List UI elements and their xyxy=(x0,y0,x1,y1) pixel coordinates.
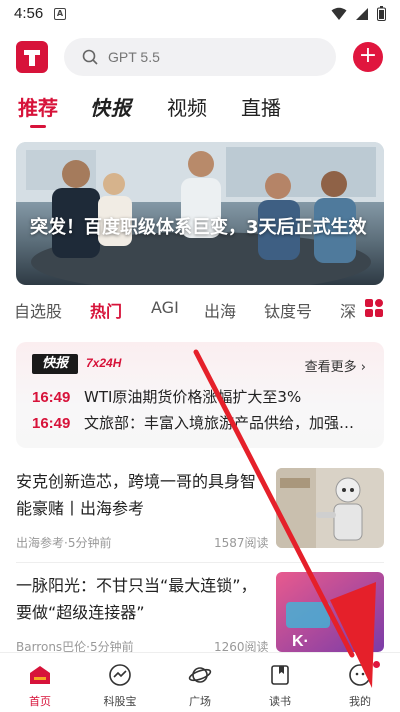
status-time: 4:56 xyxy=(14,5,44,22)
see-more-link[interactable]: 查看更多 › xyxy=(305,356,366,375)
nav-square[interactable]: 广场 xyxy=(165,659,235,711)
channel-overseas[interactable]: 出海 xyxy=(204,298,236,322)
top-bar: + xyxy=(0,34,400,80)
svg-text:K·: K· xyxy=(292,633,309,650)
tab-live[interactable]: 直播 xyxy=(241,92,281,121)
channel-agi[interactable]: AGI xyxy=(151,298,179,317)
news-title: 一脉阳光：不甘只当“最大连锁”，要做“超级连接器” xyxy=(16,576,257,622)
notification-dot xyxy=(373,661,380,668)
flash-text: WTI原油期货价格涨幅扩大至3% xyxy=(84,388,302,406)
nav-stock[interactable]: 科股宝 xyxy=(85,659,155,711)
news-thumbnail: K· xyxy=(276,572,384,652)
tab-flash[interactable]: 快报 xyxy=(90,92,132,121)
battery-icon xyxy=(377,6,386,21)
tab-video[interactable]: 视频 xyxy=(167,92,207,121)
status-bar: 4:56 A xyxy=(0,0,400,30)
app-logo-icon[interactable] xyxy=(16,41,48,73)
divider xyxy=(16,562,384,563)
channel-hot[interactable]: 热门 xyxy=(90,298,122,322)
add-button[interactable]: + xyxy=(353,42,383,72)
flash-time: 16:49 xyxy=(32,389,71,406)
flash-item[interactable]: 16:49 文旅部：丰富入境旅游产品供给，加强… xyxy=(32,412,372,434)
home-icon xyxy=(30,666,50,684)
search-icon xyxy=(82,49,98,65)
planet-icon xyxy=(188,667,212,683)
channel-taidu[interactable]: 钛度号 xyxy=(264,298,312,322)
nav-label: 首页 xyxy=(29,695,51,708)
nav-label: 科股宝 xyxy=(103,695,137,708)
news-meta: 出海参考·5分钟前 xyxy=(16,536,112,550)
flash-subtitle: 7x24H xyxy=(86,356,122,370)
news-reads: 1587阅读 xyxy=(214,536,269,550)
active-tab-indicator xyxy=(30,125,46,128)
status-icons xyxy=(331,6,386,21)
nav-home[interactable]: 首页 xyxy=(5,659,75,711)
notification-a-icon: A xyxy=(54,8,66,20)
nav-label: 我的 xyxy=(349,695,371,708)
tab-recommend[interactable]: 推荐 xyxy=(18,92,58,121)
channel-row: 自选股 热门 AGI 出海 钛度号 深 xyxy=(0,296,400,324)
nav-label: 读书 xyxy=(269,695,291,708)
search-input[interactable] xyxy=(108,47,318,67)
bottom-nav: 首页 科股宝 广场 读书 我的 xyxy=(0,652,400,712)
channel-watchlist[interactable]: 自选股 xyxy=(14,298,62,322)
trend-icon xyxy=(109,664,131,686)
banner-caption: 突发！百度职级体系巨变，3天后正式生效 xyxy=(30,217,367,238)
nav-reading[interactable]: 读书 xyxy=(245,659,315,711)
wifi-icon xyxy=(331,7,347,20)
featured-banner[interactable]: 突发！百度职级体系巨变，3天后正式生效 xyxy=(16,142,384,285)
flash-text: 文旅部：丰富入境旅游产品供给，加强… xyxy=(84,414,355,432)
news-item[interactable]: 一脉阳光：不甘只当“最大连锁”，要做“超级连接器” Barrons巴伦·5分钟前… xyxy=(16,572,384,660)
signal-icon xyxy=(356,7,368,20)
flash-time: 16:49 xyxy=(32,415,71,432)
profile-icon xyxy=(349,664,371,686)
nav-label: 广场 xyxy=(189,695,211,708)
search-box[interactable] xyxy=(64,38,336,76)
flash-item[interactable]: 16:49 WTI原油期货价格涨幅扩大至3% xyxy=(32,386,372,408)
plus-icon: + xyxy=(358,43,378,68)
news-thumbnail xyxy=(276,468,384,548)
channel-deep[interactable]: 深 xyxy=(340,298,356,322)
news-item[interactable]: 安克创新造芯，跨境一哥的具身智能豪赌丨出海参考 出海参考·5分钟前 1587阅读 xyxy=(16,468,384,556)
main-tabs: 推荐 快报 视频 直播 xyxy=(0,92,400,132)
nav-profile[interactable]: 我的 xyxy=(325,659,395,711)
channel-grid-icon[interactable] xyxy=(364,298,384,318)
banner-image xyxy=(16,142,384,285)
news-title: 安克创新造芯，跨境一哥的具身智能豪赌丨出海参考 xyxy=(16,472,257,518)
flash-news-card[interactable]: 快报 7x24H 查看更多 › 16:49 WTI原油期货价格涨幅扩大至3% 16… xyxy=(16,342,384,448)
book-icon xyxy=(271,665,289,685)
flash-badge: 快报 xyxy=(32,354,78,374)
